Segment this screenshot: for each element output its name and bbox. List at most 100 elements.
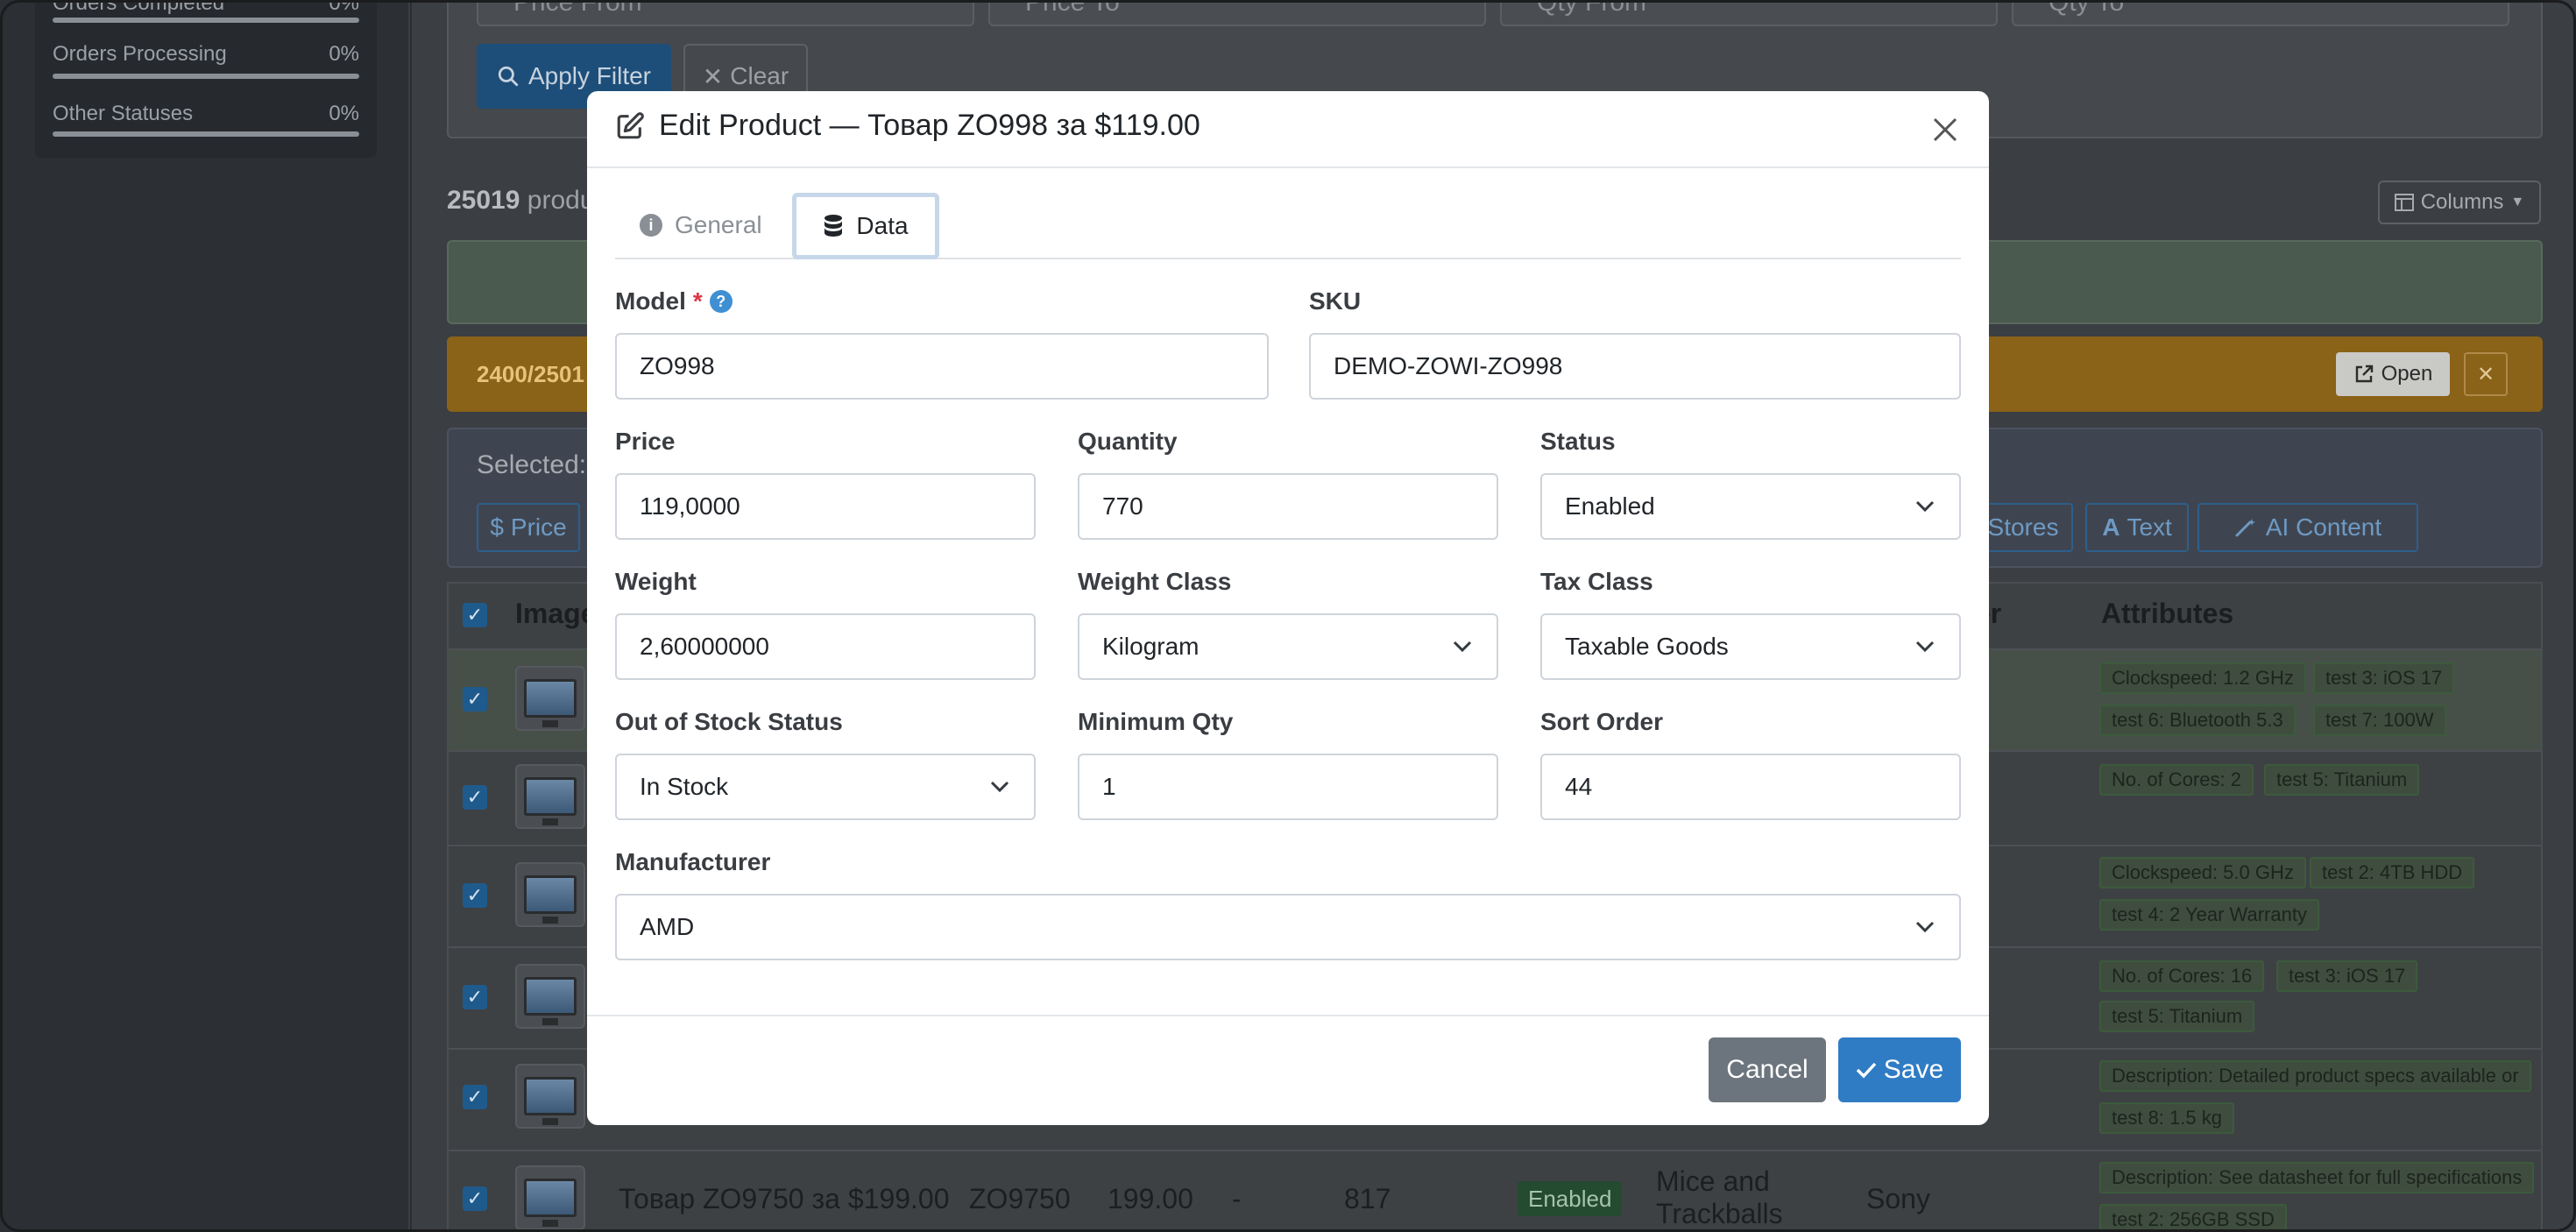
product-thumbnail[interactable] bbox=[515, 1064, 585, 1129]
tab-general-label: General bbox=[675, 211, 762, 238]
model-input[interactable]: ZO998 bbox=[615, 333, 1269, 400]
product-thumbnail[interactable] bbox=[515, 764, 585, 829]
cancel-button[interactable]: Cancel bbox=[1709, 1037, 1826, 1102]
status-label: Orders Processing bbox=[53, 42, 227, 66]
status-row: Orders Completed 0% bbox=[53, 0, 359, 23]
stock-status-label: Out of Stock Status bbox=[615, 708, 843, 735]
attribute-tag: test 5: Titanium bbox=[2264, 764, 2420, 796]
tab-data[interactable]: Data bbox=[792, 193, 939, 259]
minimum-qty-input[interactable]: 1 bbox=[1078, 754, 1498, 820]
modal-close-button[interactable] bbox=[1924, 109, 1966, 151]
weight-input[interactable]: 2,60000000 bbox=[615, 613, 1036, 680]
select-all-checkbox[interactable]: ✓ bbox=[463, 603, 487, 627]
status-percent: 0% bbox=[329, 102, 359, 125]
edit-icon bbox=[617, 111, 644, 138]
dismiss-alert-button[interactable]: ✕ bbox=[2464, 352, 2508, 396]
bulk-stores-label: Stores bbox=[1987, 513, 2059, 541]
left-sidebar bbox=[0, 0, 410, 1232]
weight-class-value: Kilogram bbox=[1102, 633, 1200, 660]
info-icon: i bbox=[640, 214, 662, 237]
row-checkbox[interactable]: ✓ bbox=[463, 985, 487, 1009]
row-checkbox[interactable]: ✓ bbox=[463, 883, 487, 908]
chevron-down-icon bbox=[990, 781, 1009, 793]
attribute-tag: test 4: 2 Year Warranty bbox=[2099, 899, 2319, 931]
attribute-tag: test 2: 256GB SSD bbox=[2099, 1204, 2287, 1232]
attribute-tag: Clockspeed: 5.0 GHz bbox=[2099, 857, 2306, 889]
bulk-ai-content-button[interactable]: AI Content bbox=[2197, 503, 2418, 552]
dollar-icon: $ bbox=[490, 513, 504, 541]
monitor-image bbox=[524, 679, 577, 727]
status-select-value: Enabled bbox=[1565, 492, 1655, 520]
row-checkbox[interactable]: ✓ bbox=[463, 1085, 487, 1109]
status-progress-bar bbox=[53, 131, 359, 137]
qty-from-input[interactable]: Qty From bbox=[1500, 0, 1998, 26]
monitor-image bbox=[524, 1077, 577, 1125]
help-icon[interactable]: ? bbox=[709, 290, 732, 313]
tab-data-label: Data bbox=[856, 212, 909, 239]
row-checkbox[interactable]: ✓ bbox=[463, 785, 487, 810]
status-badge: Enabled bbox=[1518, 1181, 1623, 1216]
quantity-input[interactable]: 770 bbox=[1078, 473, 1498, 540]
product-thumbnail[interactable] bbox=[515, 964, 585, 1029]
manufacturer-select[interactable]: AMD bbox=[615, 894, 1961, 960]
product-thumbnail[interactable] bbox=[515, 862, 585, 927]
attribute-tag: test 8: 1.5 kg bbox=[2099, 1102, 2234, 1134]
columns-icon bbox=[2394, 194, 2414, 211]
modal-title: Edit Product — Товар ZO998 за $119.00 bbox=[615, 109, 1200, 143]
attribute-tag: Description: See datasheet for full spec… bbox=[2099, 1162, 2535, 1193]
sort-order-input[interactable]: 44 bbox=[1540, 754, 1961, 820]
attribute-tag: test 5: Titanium bbox=[2099, 1001, 2255, 1032]
edit-product-modal: Edit Product — Товар ZO998 за $119.00 i … bbox=[587, 91, 1989, 1125]
product-thumbnail[interactable] bbox=[515, 666, 585, 731]
stock-status-select[interactable]: In Stock bbox=[615, 754, 1036, 820]
chevron-down-icon bbox=[1915, 641, 1935, 653]
price-input[interactable]: 119,0000 bbox=[615, 473, 1036, 540]
row-checkbox[interactable]: ✓ bbox=[463, 687, 487, 712]
open-button[interactable]: Open bbox=[2336, 352, 2450, 396]
bulk-price-button[interactable]: $ Price bbox=[477, 503, 580, 552]
row-checkbox[interactable]: ✓ bbox=[463, 1186, 487, 1211]
tax-class-value: Taxable Goods bbox=[1565, 633, 1729, 660]
attribute-tag: Clockspeed: 1.2 GHz bbox=[2099, 662, 2306, 694]
bulk-stores-button[interactable]: Stores bbox=[1975, 503, 2073, 552]
manufacturer-label: Manufacturer bbox=[615, 848, 771, 875]
monitor-image bbox=[524, 875, 577, 924]
chevron-down-icon bbox=[1453, 641, 1472, 653]
tax-class-select[interactable]: Taxable Goods bbox=[1540, 613, 1961, 680]
product-price: 199.00 bbox=[1108, 1183, 1193, 1214]
status-row: Other Statuses 0% bbox=[53, 102, 359, 137]
quantity-label: Quantity bbox=[1078, 428, 1178, 455]
save-label: Save bbox=[1883, 1055, 1944, 1084]
selected-label: Selected: bbox=[477, 450, 587, 479]
chevron-down-icon bbox=[1915, 500, 1935, 513]
apply-filter-label: Apply Filter bbox=[527, 62, 652, 89]
sort-order-label: Sort Order bbox=[1540, 708, 1664, 735]
attribute-tag: test 7: 100W bbox=[2313, 705, 2446, 736]
save-button[interactable]: Save bbox=[1838, 1037, 1961, 1102]
column-header-image: Image bbox=[515, 598, 597, 629]
product-count: 25019 produ bbox=[447, 186, 595, 215]
tab-general[interactable]: i General bbox=[640, 193, 762, 258]
weight-class-label: Weight Class bbox=[1078, 568, 1232, 595]
weight-class-select[interactable]: Kilogram bbox=[1078, 613, 1498, 680]
qty-to-input[interactable]: Qty To bbox=[2012, 0, 2509, 26]
columns-dropdown-button[interactable]: Columns ▼ bbox=[2378, 181, 2541, 224]
database-icon bbox=[824, 215, 843, 237]
price-from-input[interactable]: Price From bbox=[477, 0, 974, 26]
product-thumbnail[interactable] bbox=[515, 1165, 585, 1230]
product-name[interactable]: Товар ZO9750 за $199.00 bbox=[619, 1183, 950, 1215]
model-label: Model * ? bbox=[615, 287, 732, 315]
clear-filter-label: Clear bbox=[730, 62, 789, 89]
status-select[interactable]: Enabled bbox=[1540, 473, 1961, 540]
product-manufacturer: Sony bbox=[1866, 1183, 1930, 1214]
weight-label: Weight bbox=[615, 568, 697, 595]
attribute-tag: test 3: iOS 17 bbox=[2276, 960, 2418, 992]
sku-input[interactable]: DEMO-ZOWI-ZO998 bbox=[1309, 333, 1961, 400]
search-icon bbox=[498, 66, 519, 87]
price-to-input[interactable]: Price To bbox=[988, 0, 1486, 26]
column-header-attributes: Attributes bbox=[2101, 598, 2234, 629]
bulk-text-button[interactable]: A Text bbox=[2085, 503, 2189, 552]
open-label: Open bbox=[2381, 362, 2433, 386]
status-label: Other Statuses bbox=[53, 102, 194, 125]
status-progress-bar bbox=[53, 74, 359, 79]
